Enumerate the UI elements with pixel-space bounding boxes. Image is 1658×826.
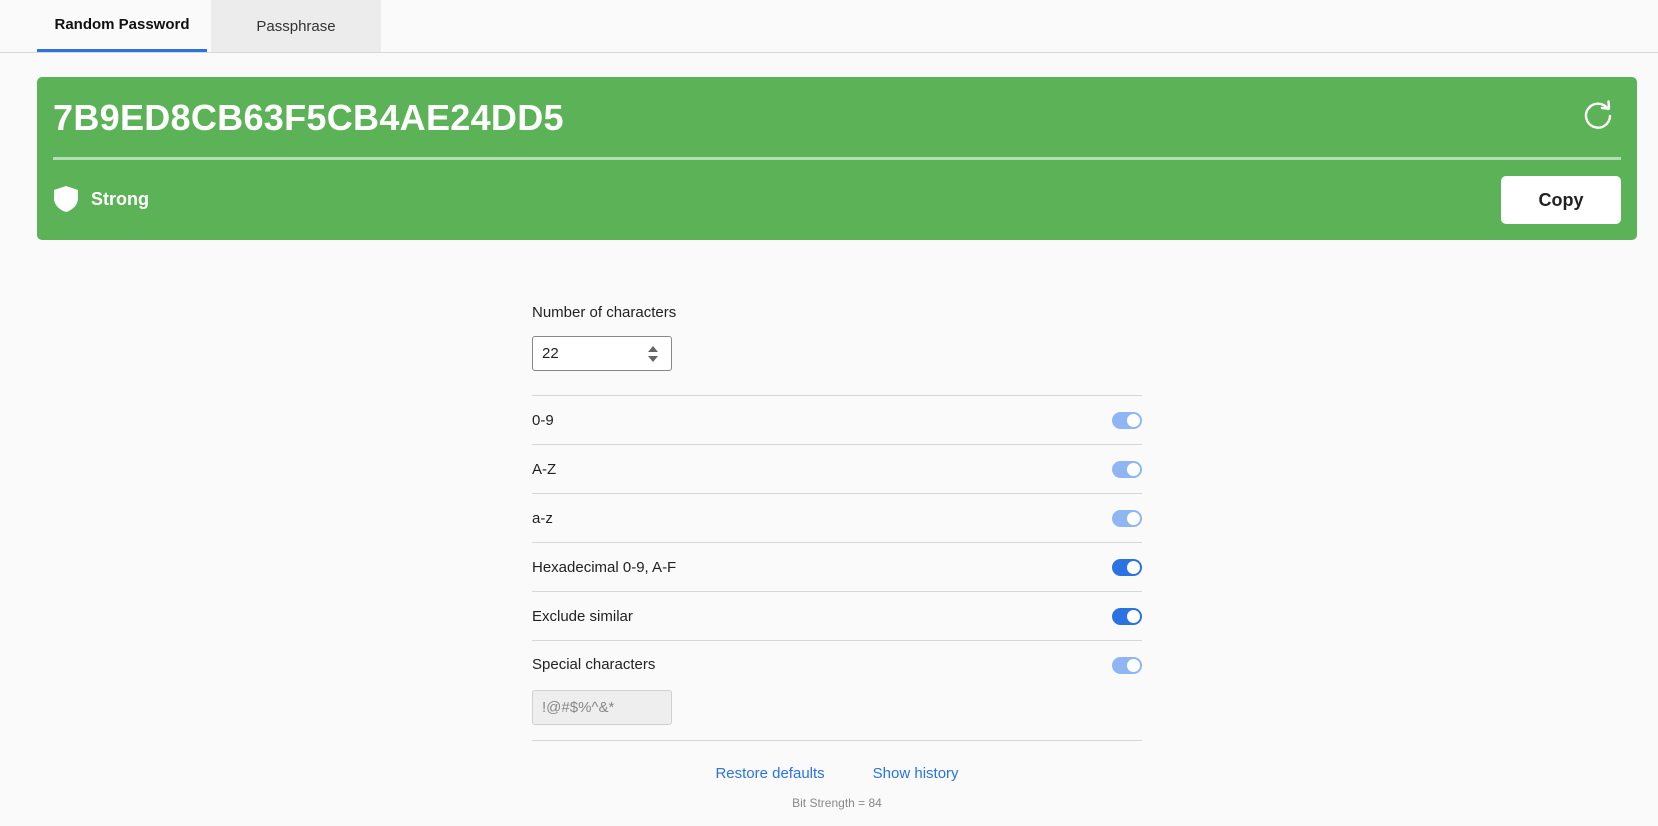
- toggle-uppercase[interactable]: [1112, 461, 1142, 478]
- generated-password: 7B9ED8CB63F5CB4AE24DD5: [53, 97, 564, 138]
- option-label: A-Z: [532, 460, 557, 478]
- option-hexadecimal: Hexadecimal 0-9, A-F: [532, 543, 1142, 592]
- show-history-link[interactable]: Show history: [873, 765, 959, 782]
- option-label: Hexadecimal 0-9, A-F: [532, 558, 677, 576]
- option-digits: 0-9: [532, 396, 1142, 445]
- footer-links: Restore defaults Show history: [532, 765, 1142, 782]
- tab-random-password[interactable]: Random Password: [37, 0, 207, 52]
- option-lowercase: a-z: [532, 494, 1142, 543]
- options-panel: Number of characters 22 0-9 A-Z a-z Hexa…: [532, 300, 1142, 741]
- option-uppercase: A-Z: [532, 445, 1142, 494]
- option-list: 0-9 A-Z a-z Hexadecimal 0-9, A-F Exclude…: [532, 395, 1142, 741]
- num-characters-label: Number of characters: [532, 304, 677, 321]
- option-label: 0-9: [532, 411, 554, 429]
- option-label: Special characters: [532, 656, 656, 673]
- toggle-lowercase[interactable]: [1112, 510, 1142, 527]
- toggle-special-characters[interactable]: [1112, 657, 1142, 674]
- option-label: Exclude similar: [532, 607, 633, 625]
- refresh-icon[interactable]: [1581, 99, 1615, 133]
- shield-icon: [54, 186, 78, 212]
- tab-bar: Random Password Passphrase: [0, 0, 1658, 53]
- copy-button[interactable]: Copy: [1501, 176, 1621, 224]
- tab-passphrase[interactable]: Passphrase: [211, 0, 381, 52]
- option-label: a-z: [532, 509, 553, 527]
- special-characters-input[interactable]: !@#$%^&*: [532, 690, 672, 725]
- toggle-digits[interactable]: [1112, 412, 1142, 429]
- strength-indicator: Strong: [53, 185, 149, 213]
- num-characters-value: 22: [542, 345, 559, 362]
- toggle-exclude-similar[interactable]: [1112, 608, 1142, 625]
- option-special-characters: Special characters !@#$%^&*: [532, 641, 1142, 741]
- toggle-hexadecimal[interactable]: [1112, 559, 1142, 576]
- password-banner: 7B9ED8CB63F5CB4AE24DD5 Strong Copy: [37, 77, 1637, 240]
- banner-divider: [53, 157, 1621, 160]
- option-exclude-similar: Exclude similar: [532, 592, 1142, 641]
- restore-defaults-link[interactable]: Restore defaults: [715, 765, 824, 782]
- spinner-arrows-icon[interactable]: [647, 345, 659, 363]
- bit-strength: Bit Strength = 84: [792, 796, 882, 810]
- num-characters-stepper[interactable]: 22: [532, 336, 672, 371]
- strength-label: Strong: [91, 188, 149, 209]
